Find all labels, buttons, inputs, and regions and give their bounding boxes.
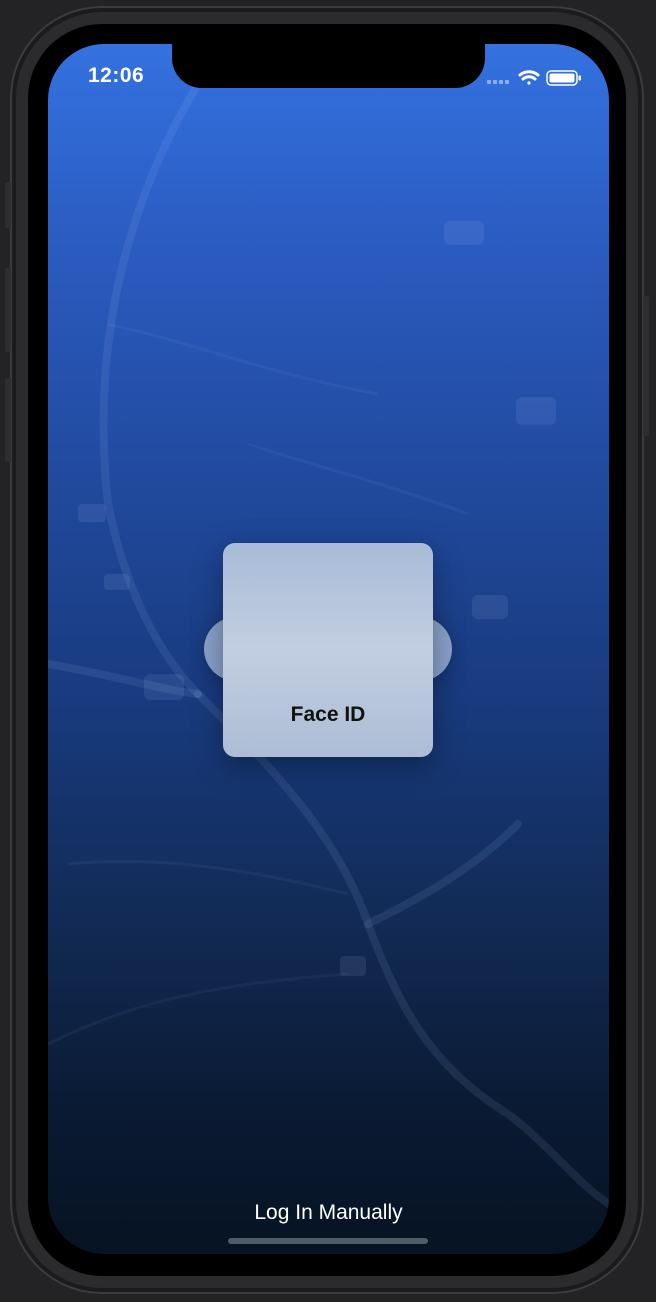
home-indicator[interactable] xyxy=(228,1238,428,1244)
wifi-icon xyxy=(518,70,540,85)
battery-icon xyxy=(546,70,581,86)
silent-switch xyxy=(5,182,11,228)
volume-down-button xyxy=(5,378,11,462)
status-time: 12:06 xyxy=(88,64,145,87)
log-in-manually-button[interactable]: Log In Manually xyxy=(48,1201,609,1225)
faceid-label: Face ID xyxy=(290,703,366,726)
notch xyxy=(172,44,485,88)
status-icons xyxy=(487,68,583,93)
signal-icon xyxy=(487,80,509,84)
power-button xyxy=(643,296,649,436)
faceid-prompt: Face ID xyxy=(204,543,454,758)
faceid-card: Face ID xyxy=(223,543,433,757)
screen: 12:06 Face ID Log In Manually xyxy=(48,44,609,1254)
volume-up-button xyxy=(5,268,11,352)
